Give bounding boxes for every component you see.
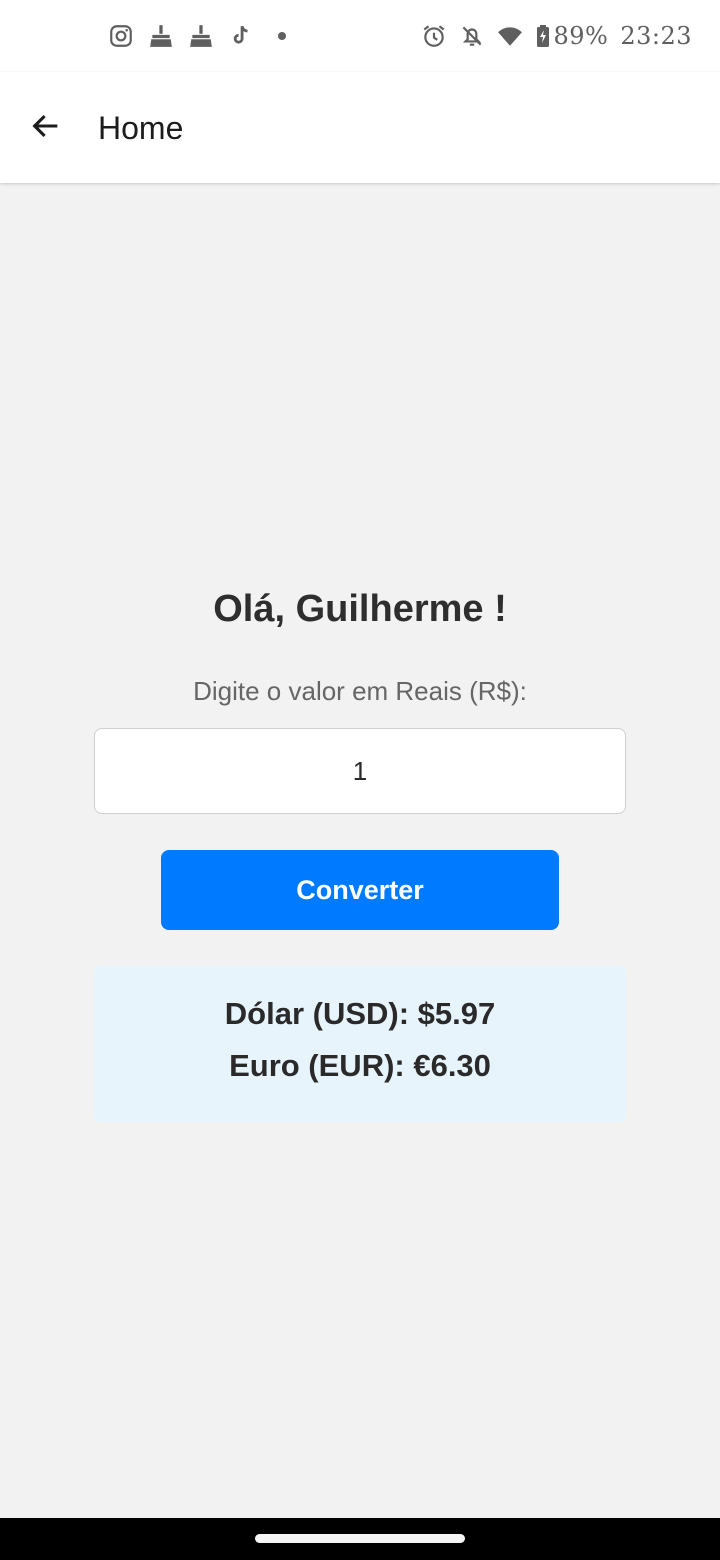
eur-result: Euro (EUR): €6.30 bbox=[229, 1048, 491, 1083]
system-navigation-bar bbox=[0, 1518, 720, 1560]
page-title: Home bbox=[98, 110, 184, 146]
notification-icons bbox=[108, 20, 286, 52]
arrow-left-icon bbox=[29, 109, 63, 143]
battery-percentage: 89% bbox=[553, 22, 609, 50]
alarm-icon bbox=[421, 23, 447, 49]
amount-input-label: Digite o valor em Reais (R$): bbox=[193, 676, 527, 706]
wifi-icon bbox=[497, 23, 523, 49]
usd-result: Dólar (USD): $5.97 bbox=[224, 996, 496, 1031]
battery-charging-icon bbox=[535, 23, 551, 49]
greeting-heading: Olá, Guilherme ! bbox=[213, 588, 507, 630]
more-notifications-dot-icon bbox=[278, 32, 286, 40]
convert-button[interactable]: Converter bbox=[161, 850, 559, 930]
amount-input[interactable] bbox=[94, 728, 626, 814]
system-status: 89% 23:23 bbox=[421, 20, 692, 52]
instagram-icon bbox=[108, 23, 134, 49]
cleaner-broom-icon bbox=[188, 23, 214, 49]
home-gesture-handle[interactable] bbox=[255, 1534, 465, 1543]
app-bar: Home bbox=[0, 72, 720, 183]
status-bar: 89% 23:23 bbox=[0, 0, 720, 72]
notifications-off-icon bbox=[459, 23, 485, 49]
clock: 23:23 bbox=[620, 22, 692, 50]
tiktok-icon bbox=[228, 23, 254, 49]
back-button[interactable] bbox=[24, 104, 68, 148]
conversion-result-box: Dólar (USD): $5.97 Euro (EUR): €6.30 bbox=[94, 966, 626, 1122]
battery-indicator: 89% bbox=[535, 22, 608, 50]
cleaner-broom-icon bbox=[148, 23, 174, 49]
